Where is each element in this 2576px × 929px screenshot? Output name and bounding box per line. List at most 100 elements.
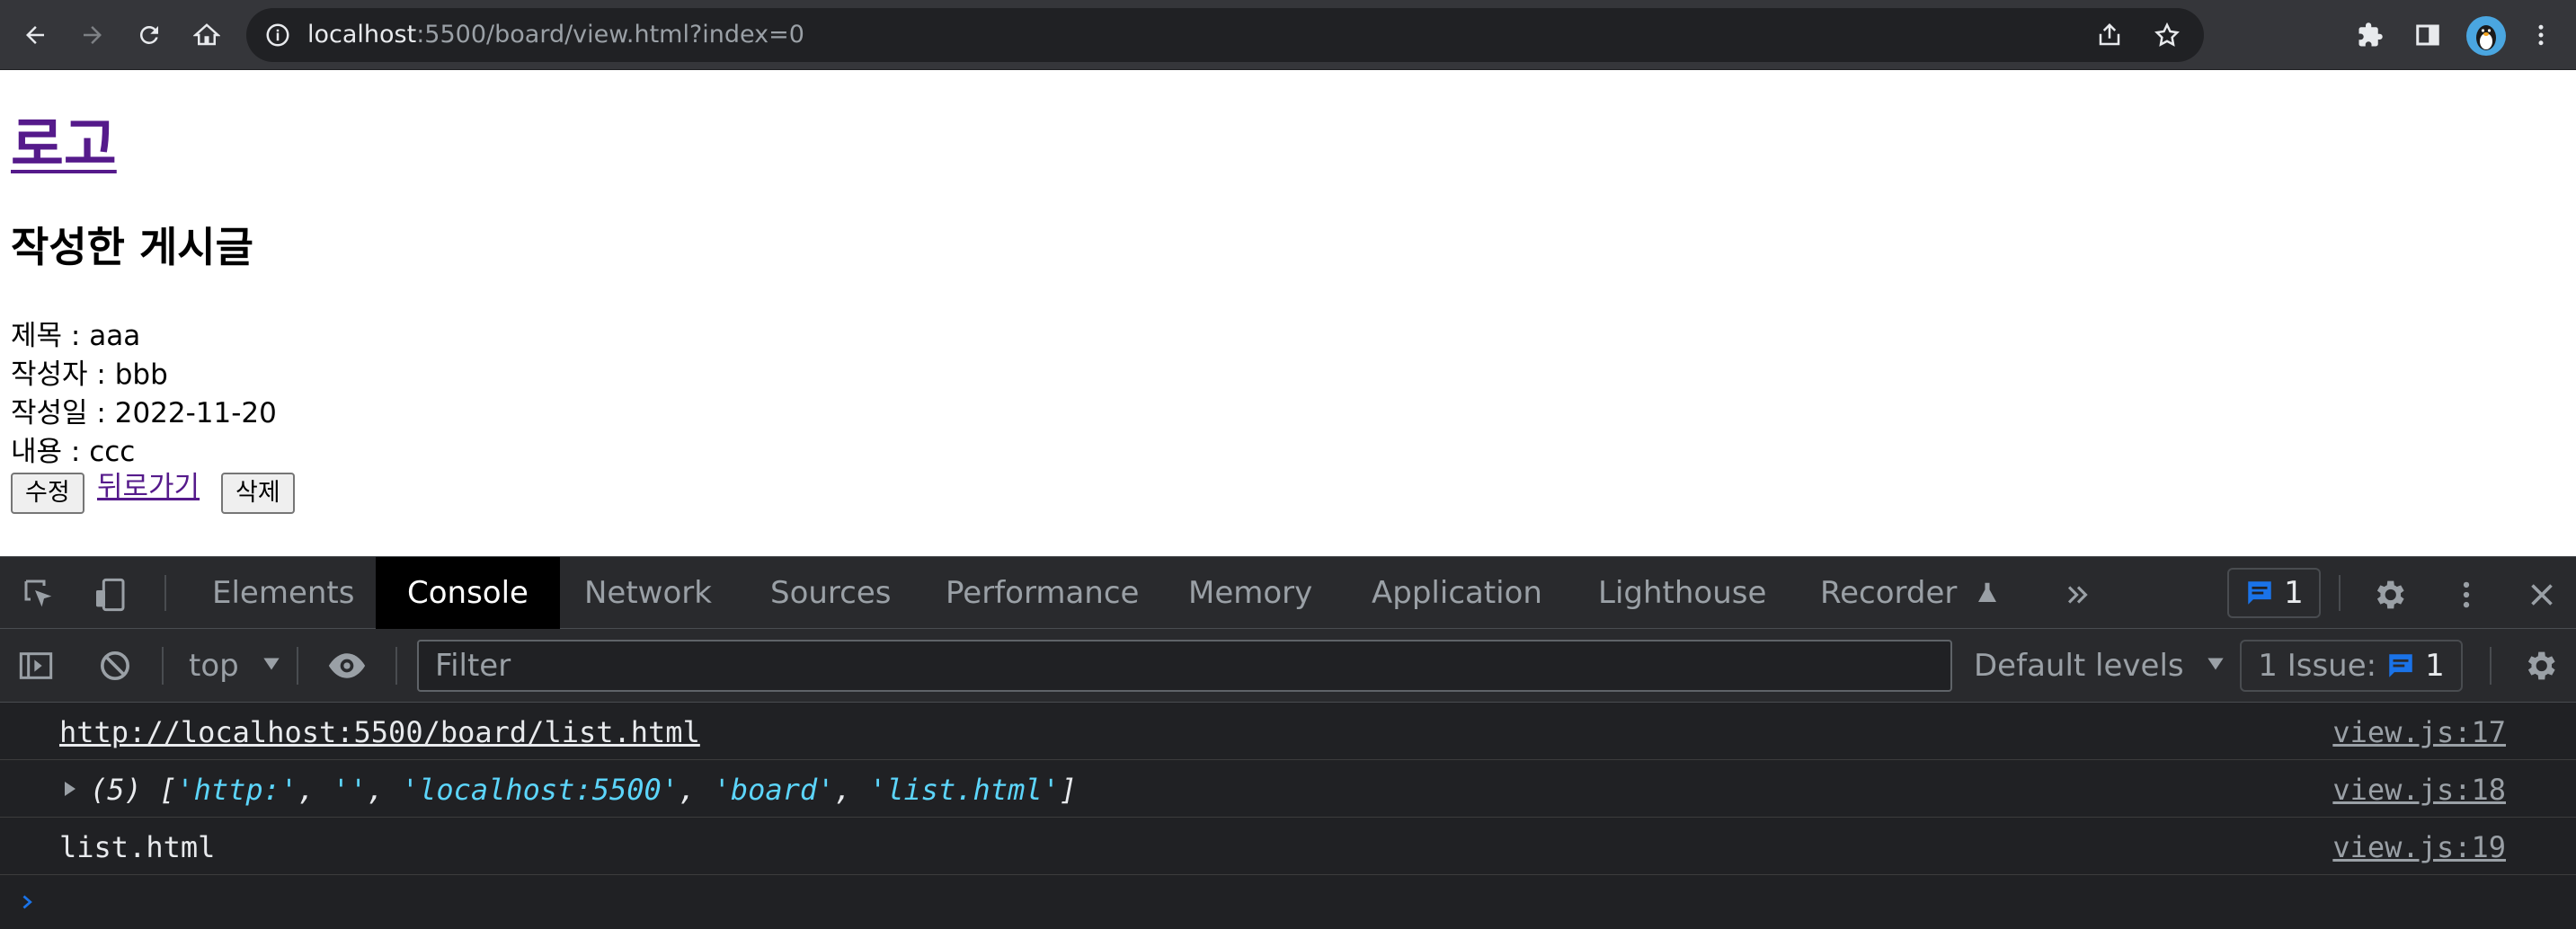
browser-toolbar: localhost:5500/board/view.html?index=0	[0, 0, 2576, 70]
forward-button[interactable]	[74, 16, 111, 54]
close-devtools-button[interactable]	[2522, 575, 2562, 615]
devtools-menu-button[interactable]	[2447, 575, 2486, 615]
tab-lighthouse[interactable]: Lighthouse	[1598, 557, 1766, 629]
eye-icon	[328, 653, 366, 678]
extensions-button[interactable]	[2353, 18, 2387, 52]
more-tabs-button[interactable]	[2058, 575, 2098, 615]
context-selector[interactable]: top	[189, 629, 283, 703]
toolbar-divider	[162, 647, 164, 685]
console-prompt-icon[interactable]	[18, 889, 38, 915]
messages-count: 1	[2284, 575, 2304, 611]
issues-button[interactable]: 1 Issue: 1	[2240, 640, 2463, 692]
log-levels-dropdown[interactable]: Default levels	[1974, 629, 2227, 703]
tab-sources[interactable]: Sources	[770, 557, 892, 629]
show-sidebar-button[interactable]	[16, 646, 56, 686]
inspect-element-button[interactable]	[20, 575, 59, 615]
field-title-value: aaa	[89, 320, 141, 352]
field-content-value: ccc	[89, 436, 136, 468]
console-filter-input[interactable]: Filter	[417, 640, 1952, 692]
edit-button[interactable]: 수정	[11, 473, 84, 514]
tab-network[interactable]: Network	[584, 557, 712, 629]
console-source-link[interactable]: view.js:18	[2332, 773, 2506, 807]
console-settings-button[interactable]	[2520, 646, 2560, 686]
devtools-tabbar: Elements Console Network Sources Perform…	[0, 557, 2576, 629]
console-text: list.html	[59, 830, 216, 864]
back-link[interactable]: 뒤로가기	[97, 469, 200, 505]
console-source-link[interactable]: view.js:17	[2332, 715, 2506, 749]
tab-memory[interactable]: Memory	[1188, 557, 1312, 629]
settings-button[interactable]	[2369, 575, 2409, 615]
back-button[interactable]	[16, 16, 54, 54]
chrome-menu-button[interactable]	[2524, 18, 2558, 52]
toolbar-divider	[2490, 647, 2492, 685]
device-toolbar-button[interactable]	[90, 575, 129, 615]
console-url-link[interactable]: http://localhost:5500/board/list.html	[59, 715, 700, 749]
array-item: ''	[332, 773, 368, 807]
sidebar-toggle-icon	[19, 652, 53, 679]
array-item: 'board'	[713, 773, 835, 807]
delete-button[interactable]: 삭제	[221, 473, 295, 514]
back-arrow-icon	[26, 26, 44, 44]
tab-elements[interactable]: Elements	[212, 557, 354, 629]
page-heading: 작성한 게시글	[11, 223, 253, 271]
close-icon	[2531, 584, 2553, 606]
dropdown-triangle-icon	[262, 658, 280, 670]
gear-icon	[2376, 580, 2404, 609]
side-panel-button[interactable]	[2411, 18, 2445, 52]
profile-avatar[interactable]	[2466, 16, 2506, 56]
penguin-avatar-icon	[2476, 25, 2496, 50]
toolbar-divider	[297, 647, 298, 685]
issues-label: 1 Issue:	[2258, 648, 2377, 684]
field-author: 작성자 : bbb	[11, 357, 168, 393]
field-date-value: 2022-11-20	[114, 397, 277, 429]
field-date-label: 작성일	[11, 397, 88, 429]
messages-badge[interactable]: 1	[2227, 568, 2321, 618]
field-content: 내용 : ccc	[11, 434, 135, 470]
field-separator: :	[62, 320, 90, 352]
field-author-label: 작성자	[11, 358, 88, 391]
tab-application[interactable]: Application	[1372, 557, 1542, 629]
devtools-panel: Elements Console Network Sources Perform…	[0, 556, 2576, 929]
array-item: 'list.html'	[868, 773, 1060, 807]
message-icon	[2389, 654, 2412, 677]
array-item: 'localhost:5500'	[401, 773, 680, 807]
field-separator: :	[87, 358, 115, 391]
logo-link[interactable]: 로고	[11, 111, 117, 180]
field-title-label: 제목	[11, 320, 63, 352]
field-separator: :	[62, 436, 90, 468]
console-message: (5) ['http:', '', 'localhost:5500', 'boa…	[0, 760, 2576, 818]
tab-console[interactable]: Console	[376, 557, 560, 629]
kebab-menu-icon	[2463, 581, 2470, 608]
field-separator: :	[87, 397, 115, 429]
site-info-icon[interactable]	[264, 22, 291, 49]
share-icon[interactable]	[2096, 22, 2123, 49]
flask-icon	[1978, 582, 1997, 602]
console-toolbar: top Filter Default levels 1 Issue: 1	[0, 629, 2576, 703]
reload-button[interactable]	[130, 16, 168, 54]
console-array[interactable]: (5) ['http:', '', 'localhost:5500', 'boa…	[90, 773, 1077, 807]
toolbar-divider	[395, 647, 397, 685]
gear-icon	[2527, 651, 2555, 680]
address-bar[interactable]: localhost:5500/board/view.html?index=0	[246, 8, 2204, 62]
clear-console-button[interactable]	[95, 646, 135, 686]
live-expression-button[interactable]	[327, 646, 367, 686]
kebab-menu-icon	[2538, 24, 2544, 46]
home-button[interactable]	[188, 16, 226, 54]
forward-arrow-icon	[84, 26, 102, 44]
block-icon	[101, 651, 129, 680]
reload-icon	[139, 25, 158, 44]
tab-recorder-label: Recorder	[1820, 575, 1958, 611]
array-suffix: ]	[1059, 773, 1078, 807]
star-icon[interactable]	[2154, 22, 2181, 49]
tab-performance[interactable]: Performance	[946, 557, 1139, 629]
tab-recorder[interactable]: Recorder	[1820, 557, 2001, 629]
puzzle-icon	[2358, 22, 2383, 47]
side-panel-icon	[2416, 24, 2439, 46]
expand-triangle-icon[interactable]	[59, 778, 81, 800]
console-message: http://localhost:5500/board/list.html vi…	[0, 703, 2576, 760]
console-source-link[interactable]: view.js:19	[2332, 830, 2506, 864]
toolbar-divider	[2339, 575, 2341, 611]
dropdown-triangle-icon	[2207, 658, 2225, 670]
chevron-double-right-icon	[2067, 586, 2088, 604]
url-text: localhost:5500/board/view.html?index=0	[307, 8, 804, 62]
